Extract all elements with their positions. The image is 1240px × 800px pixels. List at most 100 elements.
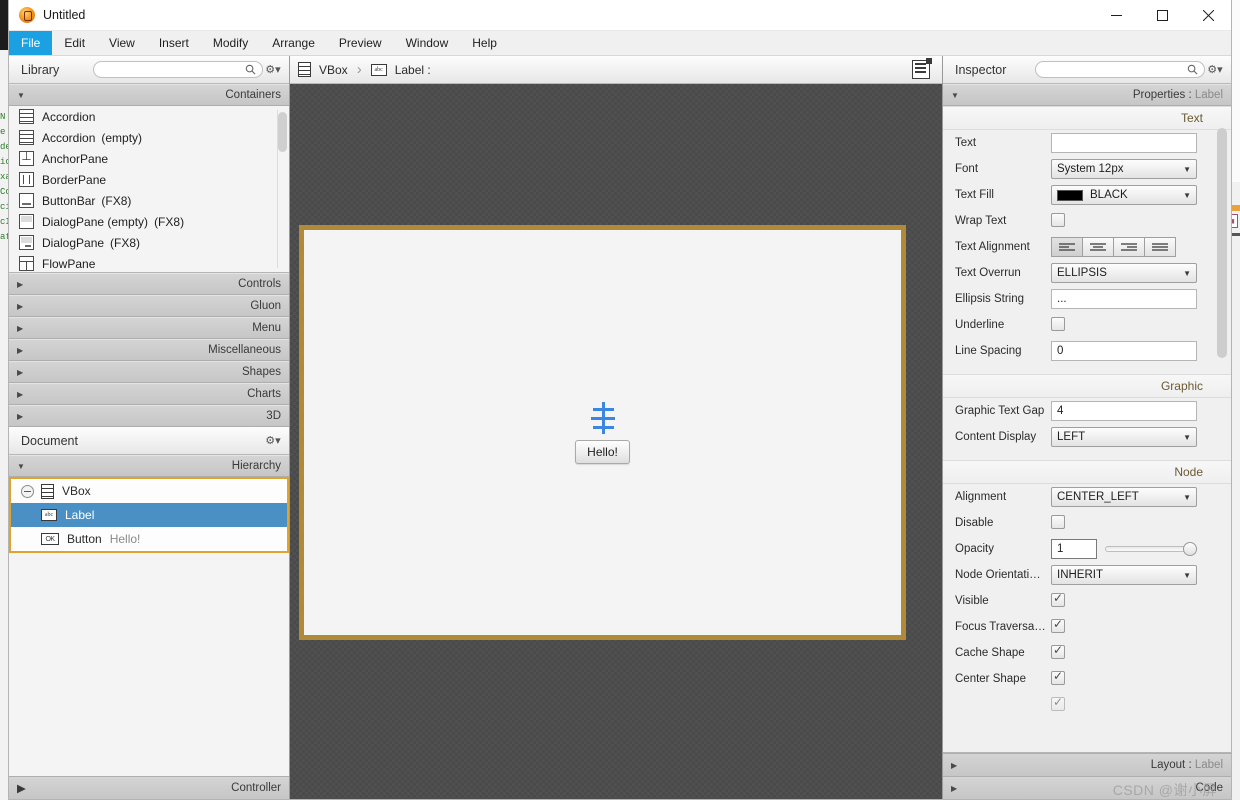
menu-help[interactable]: Help [460, 31, 509, 55]
graphic-text-gap-input[interactable] [1051, 401, 1197, 421]
library-item-flowpane[interactable]: FlowPane [9, 253, 289, 272]
prop-clipped-shape-partial [943, 692, 1231, 718]
library-scrollbar[interactable] [277, 110, 287, 268]
content-display-combo[interactable]: LEFT ▼ [1051, 427, 1197, 447]
center-shape-checkbox[interactable] [1051, 669, 1065, 685]
hierarchy-label: Hierarchy [231, 460, 281, 472]
scenebuilder-icon [19, 7, 35, 23]
visible-checkbox[interactable] [1051, 591, 1065, 607]
properties-section-header[interactable]: ▼ Properties : Label [943, 84, 1231, 106]
justify-align-icon[interactable] [1144, 237, 1176, 257]
left-align-icon[interactable] [1051, 237, 1083, 257]
design-canvas[interactable]: Hello! [290, 84, 942, 799]
minimize-icon[interactable] [1093, 0, 1139, 31]
inspector-search-box[interactable] [1035, 61, 1205, 78]
hierarchy-section[interactable]: ▼ Hierarchy [9, 455, 289, 477]
library-search-box[interactable] [93, 61, 263, 78]
library-item-label: FlowPane [42, 256, 96, 271]
document-icon[interactable] [912, 58, 932, 79]
underline-checkbox[interactable] [1051, 316, 1065, 331]
wrap-text-checkbox[interactable] [1051, 212, 1065, 227]
opacity-input[interactable] [1051, 539, 1097, 559]
text-overrun-combo[interactable]: ELLIPSIS ▼ [1051, 263, 1197, 283]
menu-edit[interactable]: Edit [52, 31, 97, 55]
empty-label-placeholder-icon[interactable] [590, 401, 615, 434]
ellipsis-string-input[interactable] [1051, 289, 1197, 309]
breadcrumb-item-vbox[interactable]: VBox [298, 62, 348, 77]
prop-label: Node Orientati… [955, 569, 1041, 581]
library-item-buttonbar[interactable]: ButtonBar (FX8) [9, 190, 289, 211]
focus-traversable-checkbox[interactable] [1051, 617, 1065, 633]
alignment-combo[interactable]: CENTER_LEFT ▼ [1051, 487, 1197, 507]
center-align-icon[interactable] [1082, 237, 1114, 257]
menu-modify[interactable]: Modify [201, 31, 260, 55]
prop-label: Text Fill [955, 189, 994, 201]
prop-graphic-text-gap: Graphic Text Gap [943, 398, 1231, 424]
tree-item-button-node[interactable]: OK Button Hello! [11, 527, 287, 551]
library-section-miscellaneous[interactable]: ▶ Miscellaneous [9, 339, 289, 361]
library-gear-icon[interactable]: ⚙▾ [263, 61, 283, 79]
tree-item-vbox[interactable]: VBox [11, 479, 287, 503]
font-combo[interactable]: System 12px ▼ [1051, 159, 1197, 179]
library-section-controls[interactable]: ▶ Controls [9, 273, 289, 295]
canvas-button[interactable]: Hello! [575, 439, 630, 464]
inspector-scroll-area[interactable]: Text Text Font System 12px ▼ Text Fill B [943, 106, 1231, 753]
text-input[interactable] [1051, 133, 1197, 153]
prop-label: Opacity [955, 543, 994, 555]
controller-section[interactable]: ▶ Controller [9, 776, 289, 799]
chevron-down-icon: ▼ [1183, 164, 1191, 174]
library-section-gluon[interactable]: ▶ Gluon [9, 295, 289, 317]
right-align-icon[interactable] [1113, 237, 1145, 257]
canvas-vbox-selected[interactable]: Hello! [299, 225, 906, 640]
library-section-shapes[interactable]: ▶ Shapes [9, 361, 289, 383]
opacity-slider[interactable] [1105, 539, 1197, 559]
menu-insert[interactable]: Insert [147, 31, 201, 55]
prop-label: Font [955, 163, 979, 175]
text-fill-combo[interactable]: BLACK ▼ [1051, 185, 1197, 205]
chevron-down-icon: ▼ [1183, 432, 1191, 442]
disable-checkbox[interactable] [1051, 514, 1065, 529]
title-bar: Untitled [9, 0, 1231, 31]
library-section-label: 3D [266, 410, 281, 422]
inspector-scrollbar[interactable] [1217, 128, 1227, 476]
prop-ellipsis-string: Ellipsis String [943, 286, 1231, 312]
close-icon[interactable] [1185, 0, 1231, 31]
library-item-list[interactable]: Accordion Accordion (empty) AnchorPane B… [9, 106, 289, 273]
label-icon: abc [41, 509, 57, 521]
library-item-borderpane[interactable]: BorderPane [9, 169, 289, 190]
menu-arrange[interactable]: Arrange [260, 31, 327, 55]
library-section-charts[interactable]: ▶ Charts [9, 383, 289, 405]
menu-file[interactable]: File [9, 31, 53, 55]
menu-preview[interactable]: Preview [327, 31, 394, 55]
menu-view[interactable]: View [97, 31, 147, 55]
library-section-3d[interactable]: ▶ 3D [9, 405, 289, 427]
layout-section[interactable]: ▶ Layout : Label [943, 753, 1231, 776]
library-section-menu[interactable]: ▶ Menu [9, 317, 289, 339]
prop-label: Cache Shape [955, 647, 1025, 659]
inspector-search-input[interactable] [1042, 63, 1187, 76]
prop-alignment: Alignment CENTER_LEFT ▼ [943, 484, 1231, 510]
maximize-icon[interactable] [1139, 0, 1185, 31]
library-item-accordion[interactable]: Accordion [9, 106, 289, 127]
scale-shape-checkbox[interactable] [1051, 695, 1065, 711]
library-item-anchorpane[interactable]: AnchorPane [9, 148, 289, 169]
properties-label: Properties [1132, 89, 1186, 101]
library-item-label: AnchorPane [42, 151, 109, 166]
menu-window[interactable]: Window [394, 31, 461, 55]
library-search-input[interactable] [100, 63, 245, 76]
breadcrumb-item-label[interactable]: abc Label : [370, 63, 431, 77]
library-section-containers[interactable]: ▼ Containers [9, 84, 289, 106]
tree-item-label-node[interactable]: abc Label [11, 503, 287, 527]
code-section[interactable]: ▶ Code CSDN @谢小屏 [943, 776, 1231, 799]
collapse-icon[interactable] [21, 484, 34, 498]
library-item-dialogpane-empty[interactable]: DialogPane (empty) (FX8) [9, 211, 289, 232]
inspector-gear-icon[interactable]: ⚙▾ [1205, 61, 1225, 79]
library-item-accordion-empty[interactable]: Accordion (empty) [9, 127, 289, 148]
properties-target: Label [1194, 89, 1223, 101]
library-item-dialogpane[interactable]: DialogPane (FX8) [9, 232, 289, 253]
line-spacing-input[interactable] [1051, 341, 1197, 361]
document-gear-icon[interactable]: ⚙▾ [263, 432, 283, 450]
cache-shape-checkbox[interactable] [1051, 643, 1065, 659]
library-item-label: ButtonBar [42, 193, 96, 208]
node-orientation-combo[interactable]: INHERIT ▼ [1051, 565, 1197, 585]
